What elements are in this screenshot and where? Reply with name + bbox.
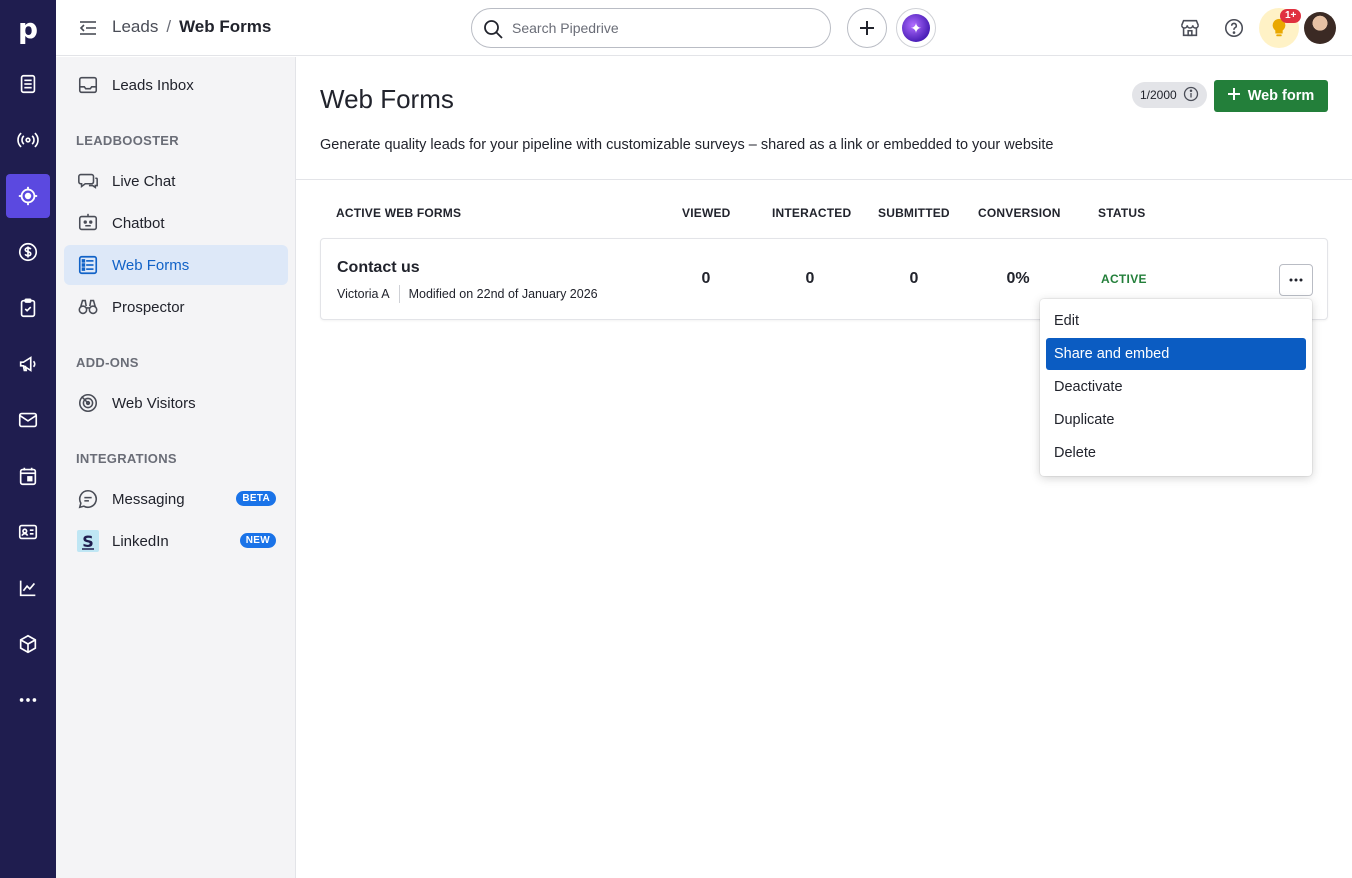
- user-avatar[interactable]: [1304, 12, 1336, 44]
- meta-separator: [398, 285, 400, 303]
- menu-item-delete[interactable]: Delete: [1046, 437, 1306, 469]
- chat-icon: [76, 169, 100, 193]
- leads-sidebar: Leads Inbox LEADBOOSTER Live Chat Chatbo…: [56, 57, 296, 878]
- breadcrumb-web-forms: Web Forms: [179, 17, 272, 36]
- tasks-icon[interactable]: [6, 286, 50, 330]
- notification-badge: 1+: [1280, 9, 1302, 23]
- contacts-icon[interactable]: [6, 510, 50, 554]
- help-icon[interactable]: [1220, 14, 1248, 42]
- quota-badge: 1/2000: [1132, 82, 1207, 108]
- quick-add-button[interactable]: [847, 8, 887, 48]
- section-heading-leadbooster: LEADBOOSTER: [76, 133, 179, 148]
- more-icon[interactable]: [6, 678, 50, 722]
- web-form-owner: Victoria A: [337, 287, 390, 301]
- sidebar-item-linkedin[interactable]: S LinkedIn NEW: [64, 521, 288, 561]
- web-form-modified: Modified on 22nd of January 2026: [408, 287, 598, 301]
- ellipsis-icon: [1289, 278, 1303, 282]
- add-web-form-label: Web form: [1247, 88, 1315, 104]
- collapse-menu-icon[interactable]: [78, 18, 98, 38]
- sidebar-item-web-visitors[interactable]: Web Visitors: [64, 383, 288, 423]
- sidebar-item-prospector[interactable]: Prospector: [64, 287, 288, 327]
- column-header-interacted: INTERACTED: [772, 206, 852, 220]
- target-icon[interactable]: [6, 174, 50, 218]
- page-title: Web Forms: [320, 84, 454, 114]
- sidebar-item-label: Web Forms: [112, 256, 190, 274]
- svg-text:S: S: [82, 532, 94, 551]
- chart-icon[interactable]: [6, 566, 50, 610]
- bot-icon: [76, 211, 100, 235]
- web-form-name[interactable]: Contact us: [337, 259, 420, 277]
- sidebar-item-label: LinkedIn: [112, 532, 169, 550]
- new-badge: NEW: [239, 533, 276, 548]
- menu-item-duplicate[interactable]: Duplicate: [1046, 404, 1306, 436]
- search-bar: [471, 8, 831, 48]
- column-header-status: STATUS: [1098, 206, 1146, 220]
- interacted-value: 0: [805, 270, 815, 287]
- sidebar-item-web-forms[interactable]: Web Forms: [64, 245, 288, 285]
- viewed-value: 0: [701, 270, 711, 287]
- column-header-active-web-forms: ACTIVE WEB FORMS: [336, 206, 462, 220]
- sidebar-item-live-chat[interactable]: Live Chat: [64, 161, 288, 201]
- column-header-viewed: VIEWED: [682, 206, 731, 220]
- breadcrumb: Leads / Web Forms: [112, 17, 271, 37]
- search-input[interactable]: [512, 20, 812, 36]
- binoculars-icon: [76, 295, 100, 319]
- sidebar-item-label: Prospector: [112, 298, 185, 316]
- message-icon: [76, 487, 100, 511]
- radar-icon: [76, 391, 100, 415]
- info-icon[interactable]: [1183, 86, 1199, 105]
- column-header-conversion: CONVERSION: [978, 206, 1061, 220]
- add-web-form-button[interactable]: Web form: [1214, 80, 1328, 112]
- sidebar-item-label: Web Visitors: [112, 394, 196, 412]
- leads-icon[interactable]: [6, 62, 50, 106]
- actions-dropdown-menu: Edit Share and embed Deactivate Duplicat…: [1040, 299, 1312, 476]
- breadcrumb-separator: /: [166, 17, 172, 36]
- form-icon: [76, 253, 100, 277]
- pipedrive-logo[interactable]: p: [0, 0, 56, 56]
- menu-item-share-and-embed[interactable]: Share and embed: [1046, 338, 1306, 370]
- status-badge: ACTIVE: [1101, 272, 1147, 286]
- sidebar-item-messaging[interactable]: Messaging BETA: [64, 479, 288, 519]
- breadcrumb-leads[interactable]: Leads: [112, 17, 158, 37]
- sidebar-item-label: Live Chat: [112, 172, 176, 190]
- page-description: Generate quality leads for your pipeline…: [320, 137, 1054, 153]
- submitted-value: 0: [909, 270, 919, 287]
- marketplace-icon[interactable]: [1176, 14, 1204, 42]
- sidebar-item-label: Messaging: [112, 490, 185, 508]
- sidebar-item-label: Leads Inbox: [112, 76, 194, 94]
- column-header-submitted: SUBMITTED: [878, 206, 950, 220]
- menu-item-deactivate[interactable]: Deactivate: [1046, 371, 1306, 403]
- plus-icon: [1227, 88, 1240, 104]
- quota-value: 1/2000: [1140, 88, 1177, 102]
- conversion-value: 0%: [1006, 270, 1030, 287]
- inbox-icon: [76, 73, 100, 97]
- main-content: Web Forms 1/2000 Web form Generate quali…: [296, 57, 1352, 878]
- web-form-meta: Victoria A Modified on 22nd of January 2…: [337, 285, 598, 303]
- more-actions-button[interactable]: [1279, 264, 1313, 296]
- beta-badge: BETA: [236, 491, 276, 506]
- sidebar-item-chatbot[interactable]: Chatbot: [64, 203, 288, 243]
- search-icon: [482, 18, 504, 40]
- broadcast-icon[interactable]: [6, 118, 50, 162]
- section-heading-addons: ADD-ONS: [76, 355, 139, 370]
- ai-assistant-button[interactable]: ✦: [896, 8, 936, 48]
- sidebar-item-leads-inbox[interactable]: Leads Inbox: [64, 65, 288, 105]
- dollar-icon[interactable]: [6, 230, 50, 274]
- top-bar: Leads / Web Forms ✦ 1+: [56, 0, 1352, 56]
- divider: [296, 179, 1352, 180]
- sparkle-icon: ✦: [902, 14, 930, 42]
- megaphone-icon[interactable]: [6, 342, 50, 386]
- menu-item-edit[interactable]: Edit: [1046, 305, 1306, 337]
- box-icon[interactable]: [6, 622, 50, 666]
- app-rail: p: [0, 0, 56, 878]
- calendar-icon[interactable]: [6, 454, 50, 498]
- sidebar-item-label: Chatbot: [112, 214, 165, 232]
- linkedin-icon: S: [76, 529, 100, 553]
- mail-icon[interactable]: [6, 398, 50, 442]
- section-heading-integrations: INTEGRATIONS: [76, 451, 177, 466]
